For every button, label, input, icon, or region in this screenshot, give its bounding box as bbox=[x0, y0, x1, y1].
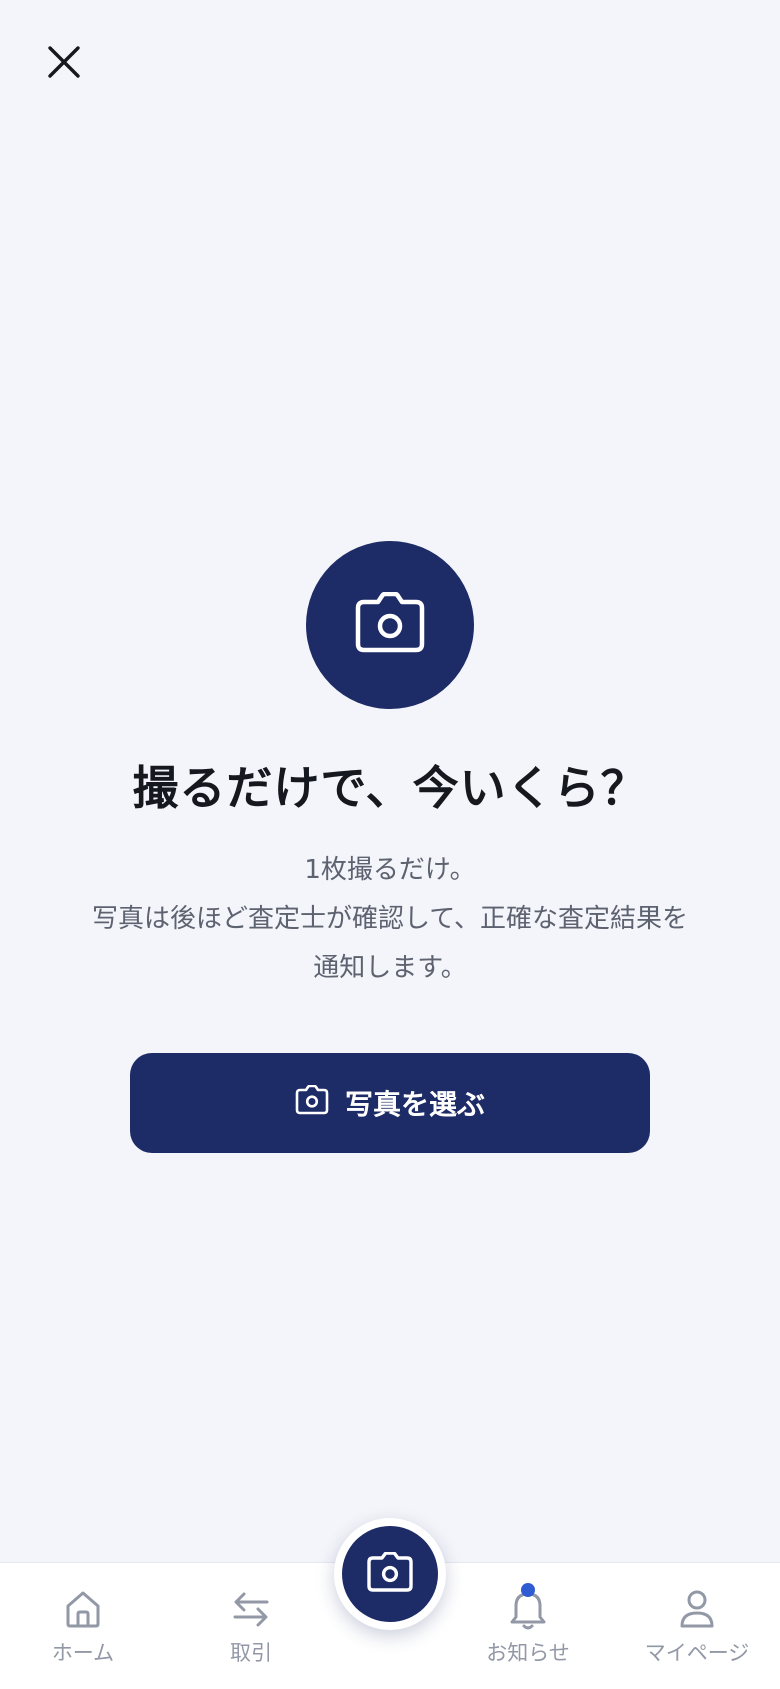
tab-mypage[interactable]: マイページ bbox=[619, 1563, 775, 1689]
description-line: 通知します。 bbox=[313, 953, 467, 983]
camera-icon bbox=[367, 1551, 413, 1596]
description-line: 1枚撮るだけ。 bbox=[304, 855, 476, 885]
tab-home[interactable]: ホーム bbox=[5, 1563, 161, 1689]
camera-icon bbox=[354, 591, 426, 658]
notification-badge bbox=[521, 1583, 535, 1597]
camera-fab-button[interactable] bbox=[342, 1526, 438, 1622]
hero-camera-badge bbox=[306, 541, 474, 709]
close-icon bbox=[47, 45, 81, 83]
tab-label: 取引 bbox=[230, 1641, 272, 1665]
tab-label: マイページ bbox=[644, 1641, 750, 1665]
bell-icon bbox=[508, 1583, 548, 1633]
user-icon bbox=[677, 1585, 717, 1633]
tab-label: ホーム bbox=[51, 1641, 115, 1665]
tab-transactions[interactable]: 取引 bbox=[173, 1563, 329, 1689]
description-line: 写真は後ほど査定士が確認して、正確な査定結果を bbox=[92, 904, 688, 934]
choose-photo-label: 写真を選ぶ bbox=[344, 1088, 485, 1121]
close-button[interactable] bbox=[40, 40, 88, 88]
tab-label: お知らせ bbox=[486, 1641, 570, 1665]
tab-notifications[interactable]: お知らせ bbox=[450, 1563, 606, 1689]
description: 1枚撮るだけ。 写真は後ほど査定士が確認して、正確な査定結果を 通知します。 bbox=[0, 846, 780, 993]
home-icon bbox=[63, 1585, 103, 1633]
page-title: 撮るだけで、今いくら？ bbox=[132, 761, 648, 815]
choose-photo-button[interactable]: 写真を選ぶ bbox=[130, 1053, 650, 1153]
transfer-arrows-icon bbox=[231, 1585, 271, 1633]
camera-icon bbox=[295, 1084, 329, 1122]
center-camera-fab-ring bbox=[334, 1518, 446, 1630]
